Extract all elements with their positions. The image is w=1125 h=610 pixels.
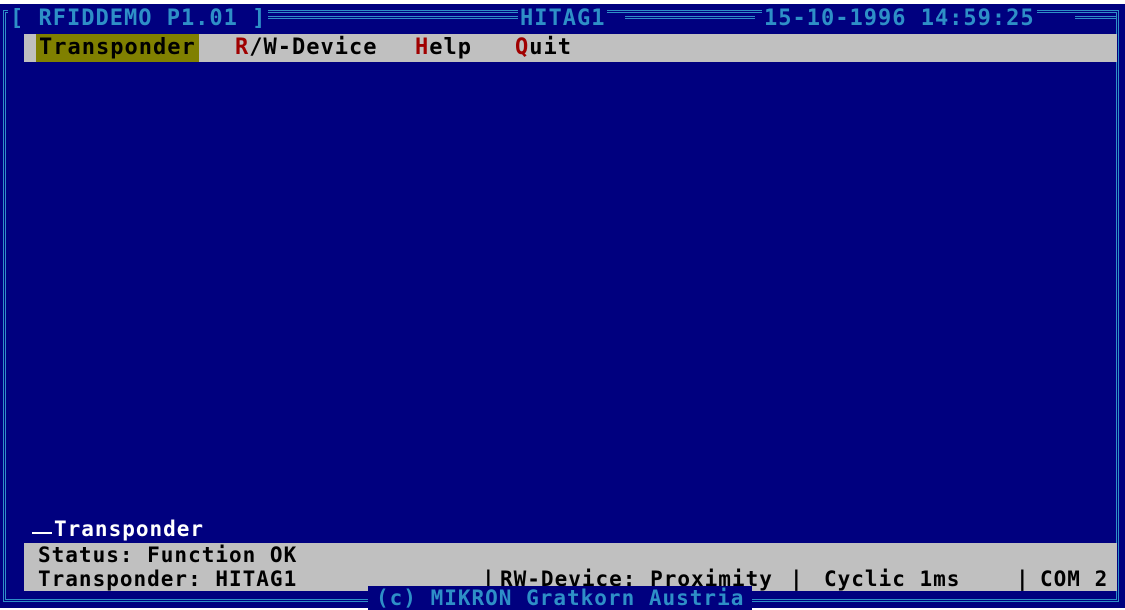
device-title: HITAG1 xyxy=(518,5,608,33)
status-separator: | xyxy=(1016,567,1029,591)
menu-help[interactable]: Help xyxy=(412,34,475,62)
label-underline xyxy=(32,516,52,534)
menu-bar: Transponder R/W-Device Help Quit xyxy=(24,34,1117,62)
window-frame xyxy=(3,10,1119,602)
status-line: Status: Function OK xyxy=(38,543,298,567)
dos-screen: [ RFIDDEMO P1.01 ] HITAG1 15-10-1996 14:… xyxy=(0,4,1125,610)
title-bar: [ RFIDDEMO P1.01 ] HITAG1 15-10-1996 14:… xyxy=(0,4,1125,34)
title-divider-line xyxy=(230,16,520,23)
transponder-status: Transponder: HITAG1 xyxy=(38,567,298,591)
menu-transponder[interactable]: Transponder xyxy=(36,34,199,62)
port-status: COM 2 xyxy=(1040,567,1109,591)
footer-copyright: (c) MIKRON Gratkorn Austria xyxy=(368,586,753,610)
status-bar: Status: Function OK Transponder: HITAG1 … xyxy=(24,543,1117,591)
panel-label: Transponder xyxy=(32,516,204,542)
title-divider-line xyxy=(1075,16,1117,23)
status-separator: | xyxy=(790,567,803,591)
cyclic-status: Cyclic 1ms xyxy=(824,567,961,591)
datetime: 15-10-1996 14:59:25 xyxy=(762,5,1037,33)
app-title: [ RFIDDEMO P1.01 ] xyxy=(8,5,269,33)
menu-quit[interactable]: Quit xyxy=(512,34,575,62)
title-divider-line xyxy=(625,16,755,23)
menu-rw-device[interactable]: R/W-Device xyxy=(232,34,380,62)
